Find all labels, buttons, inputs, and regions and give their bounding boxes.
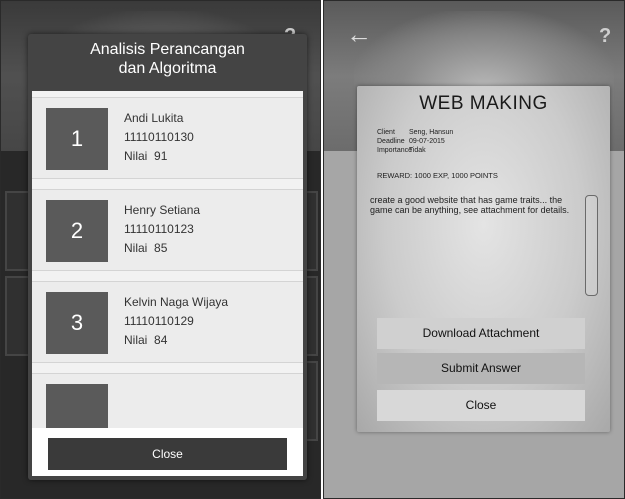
rank-number: 2 bbox=[46, 200, 108, 262]
quest-title: WEB MAKING bbox=[419, 93, 548, 114]
client-label: Client bbox=[377, 129, 395, 136]
deadline-row: Deadline 09-07-2015 bbox=[377, 137, 445, 146]
description-scrollbar[interactable] bbox=[585, 195, 598, 296]
question-mark-icon[interactable]: ? bbox=[599, 25, 611, 48]
importance-label: Importance bbox=[377, 147, 413, 154]
score-label: Nilai bbox=[124, 333, 148, 347]
score-label: Nilai bbox=[124, 149, 148, 163]
download-attachment-button[interactable]: Download Attachment bbox=[377, 318, 585, 349]
list-item[interactable]: 2 Henry Setiana 11110110123 Nilai 85 bbox=[32, 189, 303, 271]
deadline-value: 09-07-2015 bbox=[408, 138, 445, 145]
quest-description: create a good website that has game trai… bbox=[370, 195, 570, 215]
back-arrow-icon[interactable]: ← bbox=[346, 21, 372, 47]
quest-card: WEB MAKING Client Seng, Hansun Deadline … bbox=[357, 86, 610, 432]
student-score: Nilai 91 bbox=[124, 147, 194, 166]
score-value: 91 bbox=[154, 149, 168, 163]
deadline-label: Deadline bbox=[377, 138, 405, 145]
student-name: Henry Setiana bbox=[124, 203, 201, 217]
student-name: Kelvin Naga Wijaya bbox=[124, 295, 229, 309]
client-row: Client Seng, Hansun bbox=[377, 128, 453, 137]
importance-value: Tidak bbox=[408, 147, 426, 154]
score-value: 85 bbox=[154, 241, 168, 255]
score-value: 84 bbox=[154, 333, 168, 347]
student-info: Kelvin Naga Wijaya 11110110129 Nilai 84 bbox=[124, 293, 228, 350]
rank-number bbox=[46, 384, 108, 428]
client-value: Seng, Hansun bbox=[408, 129, 454, 136]
close-button[interactable]: Close bbox=[48, 438, 287, 470]
submit-answer-button[interactable]: Submit Answer bbox=[377, 353, 585, 384]
student-id: 11110110129 bbox=[124, 314, 194, 328]
importance-row: Importance Tidak bbox=[377, 146, 426, 155]
ranking-list[interactable]: 1 Andi Lukita 11110110130 Nilai 91 2 Hen… bbox=[32, 91, 303, 428]
list-item[interactable]: 3 Kelvin Naga Wijaya 11110110129 Nilai 8… bbox=[32, 281, 303, 363]
list-item-partial[interactable] bbox=[32, 373, 303, 428]
close-button[interactable]: Close bbox=[377, 390, 585, 421]
list-item[interactable]: 1 Andi Lukita 11110110130 Nilai 91 bbox=[32, 97, 303, 179]
reward-text: REWARD: 1000 EXP, 1000 POINTS bbox=[377, 171, 498, 180]
student-name: Andi Lukita bbox=[124, 111, 184, 125]
rank-number: 1 bbox=[46, 108, 108, 170]
rank-number: 3 bbox=[46, 292, 108, 354]
ranking-screen: ← ? Analisis Perancangan dan Algoritma 1… bbox=[0, 0, 321, 499]
student-score: Nilai 85 bbox=[124, 239, 200, 258]
student-id: 11110110130 bbox=[124, 130, 194, 144]
quest-screen: ← ? WEB MAKING Client Seng, Hansun Deadl… bbox=[323, 0, 625, 499]
ranking-modal: Analisis Perancangan dan Algoritma 1 And… bbox=[28, 34, 307, 480]
student-info: Andi Lukita 11110110130 Nilai 91 bbox=[124, 109, 194, 166]
student-score: Nilai 84 bbox=[124, 331, 228, 350]
modal-title-line2: dan Algoritma bbox=[118, 60, 217, 77]
score-label: Nilai bbox=[124, 241, 148, 255]
student-id: 11110110123 bbox=[124, 222, 194, 236]
modal-title-line1: Analisis Perancangan bbox=[90, 41, 245, 58]
modal-title: Analisis Perancangan dan Algoritma bbox=[28, 40, 307, 78]
student-info: Henry Setiana 11110110123 Nilai 85 bbox=[124, 201, 200, 258]
